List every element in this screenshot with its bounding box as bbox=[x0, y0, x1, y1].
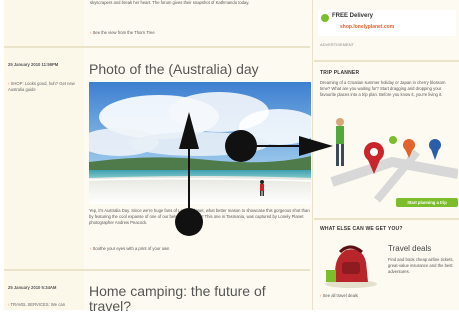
swipe-up-arrow-icon bbox=[175, 112, 203, 236]
swipe-right-arrow-icon bbox=[225, 130, 333, 162]
gesture-overlay bbox=[175, 112, 333, 236]
